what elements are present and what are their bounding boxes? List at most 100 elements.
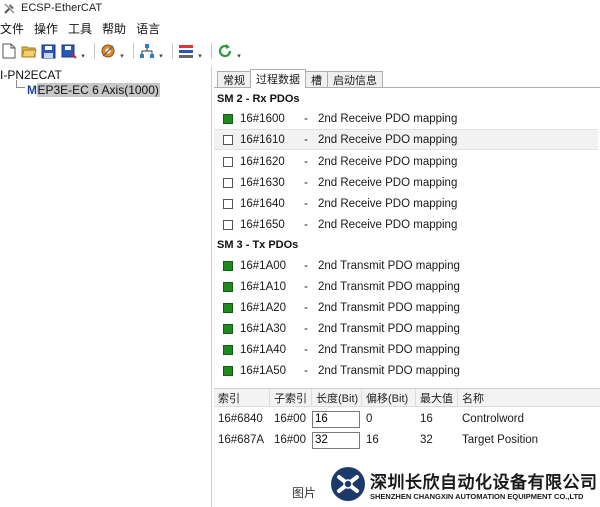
cell-offset: 0 xyxy=(366,413,373,425)
tab-slot[interactable]: 槽 xyxy=(305,71,328,88)
save-button[interactable] xyxy=(40,43,57,60)
rx-pdo-row[interactable]: 16#1620 - 2nd Receive PDO mapping xyxy=(214,151,598,172)
pdo-separator: - xyxy=(304,197,308,210)
length-input[interactable] xyxy=(312,410,360,428)
column-header[interactable]: 子索引 xyxy=(270,389,312,407)
tree-connector xyxy=(16,80,25,88)
new-file-icon xyxy=(2,43,15,59)
pdo-checkbox[interactable] xyxy=(223,134,233,145)
pdo-index: 16#1650 xyxy=(240,218,285,231)
pdo-checkbox[interactable] xyxy=(223,113,233,124)
tree-child-node[interactable]: M EP3E-EC 6 Axis(1000) xyxy=(27,82,160,97)
rx-pdo-row[interactable]: 16#1650 - 2nd Receive PDO mapping xyxy=(214,214,598,235)
pdo-checkbox[interactable] xyxy=(223,219,233,230)
pdo-checkbox[interactable] xyxy=(223,365,233,376)
tx-pdo-row[interactable]: 16#1A40 - 2nd Transmit PDO mapping xyxy=(214,339,598,360)
save-as-dropdown[interactable]: ▾ xyxy=(80,43,86,60)
open-folder-icon xyxy=(20,46,37,58)
save-as-button[interactable] xyxy=(60,43,77,60)
save-as-icon xyxy=(61,44,77,59)
pdo-name: 2nd Transmit PDO mapping xyxy=(318,280,460,293)
company-name-en: SHENZHEN CHANGXIN AUTOMATION EQUIPMENT C… xyxy=(370,492,584,501)
menu-help[interactable]: 帮助 xyxy=(97,20,131,37)
pdo-name: 2nd Receive PDO mapping xyxy=(318,197,458,210)
open-button[interactable] xyxy=(20,43,37,60)
pdo-name: 2nd Receive PDO mapping xyxy=(318,155,458,168)
table-header: 索引 子索引 长度(Bit) 偏移(Bit) 最大值 名称 xyxy=(214,389,600,407)
length-input[interactable] xyxy=(312,431,360,449)
pdo-checkbox[interactable] xyxy=(223,344,233,355)
tree-root-node[interactable]: I-PN2ECAT xyxy=(0,68,62,82)
toolbar-separator xyxy=(172,43,173,59)
tab-process-data[interactable]: 过程数据 xyxy=(250,69,306,88)
pdo-index: 16#1620 xyxy=(240,155,285,168)
pdo-checkbox[interactable] xyxy=(223,156,233,167)
cell-subindex: 16#00 xyxy=(274,413,306,425)
tab-startup[interactable]: 启动信息 xyxy=(327,71,383,88)
rx-pdo-row[interactable]: 16#1630 - 2nd Receive PDO mapping xyxy=(214,172,598,193)
rx-pdo-row[interactable]: 16#1610 - 2nd Receive PDO mapping xyxy=(214,129,598,150)
pdo-separator: - xyxy=(304,364,308,377)
pdo-separator: - xyxy=(304,112,308,125)
company-watermark: 图片 深圳长欣自动化设备有限公司 SHENZHEN CHANGXIN AUTOM… xyxy=(292,466,600,506)
network-scan-button[interactable] xyxy=(138,43,155,60)
pdo-checkbox[interactable] xyxy=(223,198,233,209)
menu-tools[interactable]: 工具 xyxy=(63,20,97,37)
pdo-name: 2nd Receive PDO mapping xyxy=(318,176,458,189)
new-file-button[interactable] xyxy=(0,43,17,60)
pdo-separator: - xyxy=(304,259,308,272)
column-header[interactable]: 索引 xyxy=(214,389,270,407)
pdo-separator: - xyxy=(304,176,308,189)
menu-file[interactable]: 文件 xyxy=(0,20,29,37)
settings-tool-icon xyxy=(101,44,114,58)
menu-operate[interactable]: 操作 xyxy=(29,20,63,37)
column-header[interactable]: 长度(Bit) xyxy=(312,389,362,407)
pdo-separator: - xyxy=(304,133,308,146)
properties-panel: 常规 过程数据 槽 启动信息 SM 2 - Rx PDOs 16#1600 - … xyxy=(214,66,600,507)
tx-pdo-row[interactable]: 16#1A10 - 2nd Transmit PDO mapping xyxy=(214,276,598,297)
column-header[interactable]: 名称 xyxy=(458,389,600,407)
pdo-name: 2nd Receive PDO mapping xyxy=(318,133,458,146)
tx-pdo-row[interactable]: 16#1A00 - 2nd Transmit PDO mapping xyxy=(214,255,598,276)
pdo-index: 16#1A50 xyxy=(240,364,287,377)
refresh-button[interactable] xyxy=(216,43,233,60)
settings-tool-dropdown[interactable]: ▾ xyxy=(119,43,125,60)
cell-index: 16#6840 xyxy=(218,413,263,425)
company-logo-icon xyxy=(331,467,365,501)
pdo-checkbox[interactable] xyxy=(223,260,233,271)
network-scan-icon xyxy=(139,44,154,58)
tx-pdo-row[interactable]: 16#1A30 - 2nd Transmit PDO mapping xyxy=(214,318,598,339)
rx-pdo-row[interactable]: 16#1640 - 2nd Receive PDO mapping xyxy=(214,193,598,214)
pdo-index: 16#1A00 xyxy=(240,259,287,272)
device-config-dropdown[interactable]: ▾ xyxy=(197,43,203,60)
pdo-index: 16#1640 xyxy=(240,197,285,210)
tx-pdo-row[interactable]: 16#1A50 - 2nd Transmit PDO mapping xyxy=(214,360,598,381)
table-row[interactable]: 16#6840 16#00 0 16 Controlword xyxy=(214,409,600,429)
menu-language[interactable]: 语言 xyxy=(131,20,165,37)
network-scan-dropdown[interactable]: ▾ xyxy=(158,43,164,60)
toolbar-separator xyxy=(94,43,95,59)
pdo-name: 2nd Transmit PDO mapping xyxy=(318,301,460,314)
column-header[interactable]: 最大值 xyxy=(416,389,458,407)
tab-general[interactable]: 常规 xyxy=(217,71,251,88)
column-header[interactable]: 偏移(Bit) xyxy=(362,389,416,407)
device-tree: I-PN2ECAT M EP3E-EC 6 Axis(1000) xyxy=(0,66,212,507)
rx-pdo-row[interactable]: 16#1600 - 2nd Receive PDO mapping xyxy=(214,108,598,129)
pdo-checkbox[interactable] xyxy=(223,177,233,188)
save-icon xyxy=(41,44,56,58)
image-caption: 图片 xyxy=(292,486,317,500)
pdo-index: 16#1610 xyxy=(240,133,285,146)
pdo-checkbox[interactable] xyxy=(223,323,233,334)
tx-pdo-row[interactable]: 16#1A20 - 2nd Transmit PDO mapping xyxy=(214,297,598,318)
tx-section-title: SM 3 - Tx PDOs xyxy=(217,239,299,251)
settings-tool-button[interactable] xyxy=(99,43,116,60)
refresh-dropdown[interactable]: ▾ xyxy=(236,43,242,60)
pdo-index: 16#1A40 xyxy=(240,343,287,356)
toolbar-separator xyxy=(133,43,134,59)
pdo-separator: - xyxy=(304,280,308,293)
table-row[interactable]: 16#687A 16#00 16 32 Target Position xyxy=(214,430,600,450)
pdo-separator: - xyxy=(304,218,308,231)
pdo-checkbox[interactable] xyxy=(223,302,233,313)
pdo-checkbox[interactable] xyxy=(223,281,233,292)
device-config-button[interactable] xyxy=(177,43,194,60)
